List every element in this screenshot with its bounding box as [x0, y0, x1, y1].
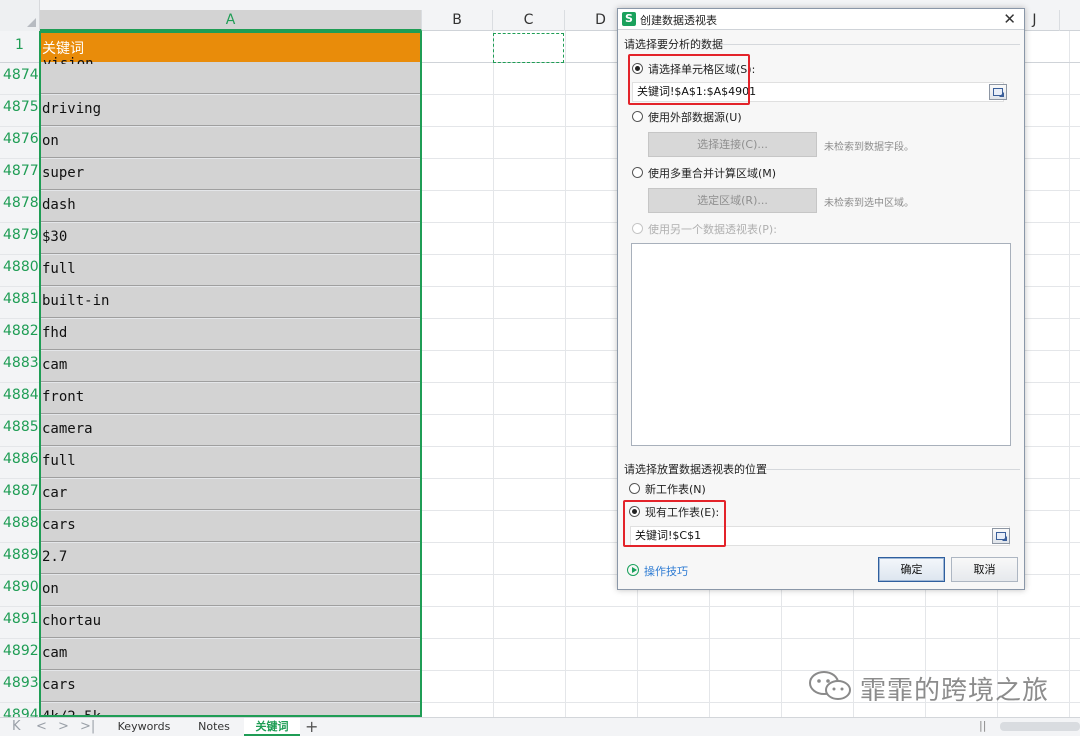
row-number[interactable]: 4882 — [0, 319, 40, 350]
close-icon[interactable]: ✕ — [1003, 10, 1016, 28]
select-range-button[interactable]: 选定区域(R)... — [648, 188, 817, 213]
row-number[interactable]: 4883 — [0, 351, 40, 382]
row-number[interactable]: 4888 — [0, 511, 40, 542]
cancel-button[interactable]: 取消 — [951, 557, 1018, 582]
hint-no-range: 未检索到选中区域。 — [824, 198, 914, 209]
dialog-titlebar[interactable]: S 创建数据透视表 ✕ — [618, 9, 1024, 30]
last-sheet-icon[interactable]: >| — [80, 719, 95, 734]
table-row: 4892 cam — [0, 639, 1080, 671]
label-external-source: 使用外部数据源(U) — [648, 111, 742, 124]
cell-a1[interactable]: 关键词 — [40, 31, 421, 62]
row-number[interactable]: 4878 — [0, 191, 40, 222]
table-row: 4891 chortau — [0, 607, 1080, 639]
row-number[interactable]: 4874 — [0, 63, 40, 94]
cell-a[interactable]: dash — [40, 191, 421, 222]
cell-a[interactable]: on — [40, 575, 421, 606]
wps-app-icon: S — [622, 12, 636, 26]
first-sheet-icon[interactable]: K — [12, 719, 21, 734]
sheet-tab-bar: K < > >| Keywords Notes 关键词 + || — [0, 717, 1080, 736]
tips-link[interactable]: 操作技巧 — [644, 563, 688, 579]
watermark-text: 霏霏的跨境之旅 — [860, 676, 1050, 706]
radio-new-sheet[interactable] — [629, 483, 640, 494]
create-pivot-table-dialog: S 创建数据透视表 ✕ 请选择要分析的数据 请选择单元格区域(S): 关键词!$… — [617, 8, 1025, 590]
cell-a[interactable]: cars — [40, 671, 421, 702]
cell-a[interactable]: 2.7 — [40, 543, 421, 574]
radio-consolidate[interactable] — [632, 167, 643, 178]
location-input[interactable]: 关键词!$C$1 — [630, 526, 1010, 546]
cell-a[interactable]: 4k/2.5k — [40, 703, 421, 717]
ok-button[interactable]: 确定 — [878, 557, 945, 582]
row-number[interactable]: 4877 — [0, 159, 40, 190]
copy-marquee-c1 — [493, 33, 564, 63]
play-circle-icon[interactable] — [627, 564, 639, 576]
cell-a[interactable] — [40, 63, 421, 94]
cell-a[interactable]: car — [40, 479, 421, 510]
section-placement: 请选择放置数据透视表的位置 — [624, 463, 767, 476]
location-picker-icon[interactable] — [992, 528, 1010, 544]
row-number[interactable]: 4887 — [0, 479, 40, 510]
cell-a[interactable]: front — [40, 383, 421, 414]
column-header-a[interactable]: A — [40, 10, 422, 31]
column-header-b[interactable]: B — [422, 10, 493, 31]
cell-a[interactable]: camera — [40, 415, 421, 446]
cell-a[interactable]: chortau — [40, 607, 421, 638]
radio-existing-sheet[interactable] — [629, 506, 640, 517]
row-number[interactable]: 4894 — [0, 703, 40, 717]
next-sheet-icon[interactable]: > — [58, 719, 69, 734]
cell-a[interactable]: cam — [40, 639, 421, 670]
row-number[interactable]: 1 — [0, 31, 40, 62]
row-number[interactable]: 4876 — [0, 127, 40, 158]
cell-a[interactable]: fhd — [40, 319, 421, 350]
pivot-list-box[interactable] — [631, 243, 1011, 446]
tab-notes[interactable]: Notes — [186, 718, 242, 736]
row-number[interactable]: 4889 — [0, 543, 40, 574]
scroll-grip-icon[interactable]: || — [979, 719, 986, 732]
select-all-corner[interactable] — [0, 0, 40, 31]
row-number[interactable]: 4893 — [0, 671, 40, 702]
cell-a[interactable]: on — [40, 127, 421, 158]
horizontal-scrollbar[interactable] — [1000, 722, 1080, 731]
row-number[interactable]: 4891 — [0, 607, 40, 638]
partial-cell-text: vision — [43, 56, 94, 64]
section-analyze-data: 请选择要分析的数据 — [624, 38, 723, 51]
row-number[interactable]: 4890 — [0, 575, 40, 606]
range-picker-icon[interactable] — [989, 84, 1007, 100]
radio-external-source[interactable] — [632, 111, 643, 122]
row-number[interactable]: 4880 — [0, 255, 40, 286]
cell-a[interactable]: full — [40, 255, 421, 286]
label-consolidate: 使用多重合并计算区域(M) — [648, 167, 777, 180]
add-sheet-icon[interactable]: + — [305, 717, 318, 736]
cell-a[interactable]: $30 — [40, 223, 421, 254]
label-existing-sheet: 现有工作表(E): — [645, 506, 720, 519]
row-number[interactable]: 4879 — [0, 223, 40, 254]
cell-a[interactable]: super — [40, 159, 421, 190]
cell-a[interactable]: cars — [40, 511, 421, 542]
row-number[interactable]: 4881 — [0, 287, 40, 318]
tab-keyword-cn[interactable]: 关键词 — [244, 718, 300, 736]
radio-cell-range[interactable] — [632, 63, 643, 74]
dialog-title: 创建数据透视表 — [640, 14, 717, 27]
cell-a[interactable]: driving — [40, 95, 421, 126]
hint-no-fields: 未检索到数据字段。 — [824, 142, 914, 153]
row-number[interactable]: 4884 — [0, 383, 40, 414]
prev-sheet-icon[interactable]: < — [36, 719, 47, 734]
row-number[interactable]: 4892 — [0, 639, 40, 670]
label-other-pivot: 使用另一个数据透视表(P): — [648, 223, 777, 236]
range-input[interactable]: 关键词!$A$1:$A$4901 — [632, 82, 1004, 102]
row-number[interactable]: 4885 — [0, 415, 40, 446]
radio-other-pivot[interactable] — [632, 223, 643, 234]
select-connection-button[interactable]: 选择连接(C)... — [648, 132, 817, 157]
column-header-c[interactable]: C — [493, 10, 565, 31]
cell-a[interactable]: built-in — [40, 287, 421, 318]
wechat-icon — [809, 671, 851, 700]
label-cell-range: 请选择单元格区域(S): — [648, 63, 756, 76]
label-new-sheet: 新工作表(N) — [645, 483, 706, 496]
cell-a[interactable]: full — [40, 447, 421, 478]
row-number[interactable]: 4886 — [0, 447, 40, 478]
tab-keywords[interactable]: Keywords — [108, 718, 180, 736]
row-number[interactable]: 4875 — [0, 95, 40, 126]
cell-a[interactable]: cam — [40, 351, 421, 382]
